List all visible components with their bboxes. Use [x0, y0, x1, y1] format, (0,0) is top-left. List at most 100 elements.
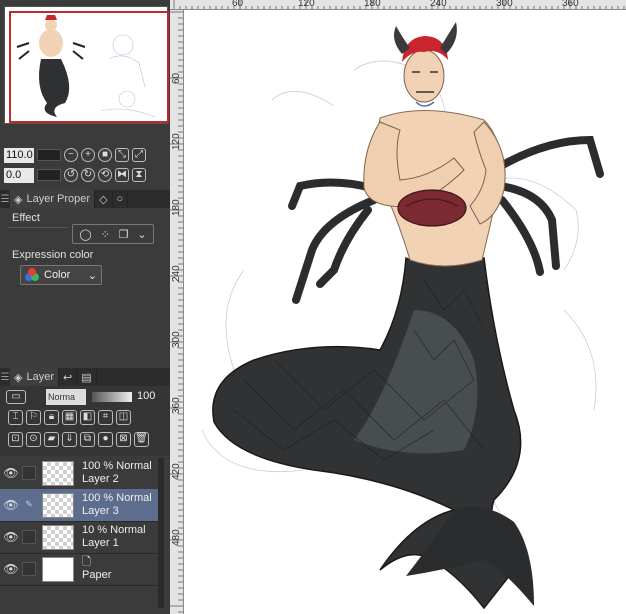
- layer-color-icon[interactable]: ◫: [116, 410, 131, 425]
- ruler-tick-label: 480: [171, 529, 182, 546]
- paper-icon: 🗋︎: [82, 556, 91, 568]
- ruler-tick-label: 60: [171, 72, 182, 84]
- tone-effect-icon[interactable]: ⁘: [101, 228, 110, 241]
- zoom-slider[interactable]: [37, 149, 61, 161]
- tab-layer-properties[interactable]: ◈ Layer Proper: [10, 190, 96, 208]
- ruler-left-ticks: [170, 11, 183, 613]
- layer-lock-tools: ⌶ ⚐ 🔒︎ ▦ ◧ ⌗ ◫: [8, 410, 131, 425]
- new-vector-layer-icon[interactable]: ⊙: [26, 432, 41, 447]
- layer-name: Layer 2: [82, 473, 119, 485]
- rotate-right-icon[interactable]: ↻: [81, 168, 95, 182]
- eye-icon[interactable]: 👁︎: [0, 466, 22, 480]
- material-icon: ○: [116, 193, 124, 205]
- ruler-tick-label: 60: [232, 0, 244, 9]
- zoom-value-field[interactable]: 110.0: [4, 147, 34, 163]
- tab-material[interactable]: ○: [112, 190, 129, 208]
- eye-icon[interactable]: 👁︎: [0, 562, 22, 576]
- grip-icon[interactable]: ☰: [0, 194, 10, 205]
- layer-info: 🗋︎ Paper: [82, 556, 111, 582]
- opacity-value[interactable]: 100: [137, 390, 155, 402]
- new-raster-layer-icon[interactable]: ⊡: [8, 432, 23, 447]
- layer-mode-label: 100 % Normal: [82, 460, 152, 472]
- effect-label: Effect: [12, 212, 40, 224]
- auto-action-icon: ▤: [81, 371, 92, 384]
- fit-window-icon[interactable]: ⤢: [132, 148, 146, 162]
- ruler-tick-label: 360: [562, 0, 579, 9]
- eye-icon[interactable]: 👁︎: [0, 498, 22, 512]
- expression-color-select[interactable]: Color ⌄: [20, 265, 102, 285]
- navigator-controls: 110.0 − + ■ ⤡ ⤢ 0.0 ↺ ↻ ⟲ ⧓ ⧗: [4, 144, 170, 188]
- layer-thumbnail: [42, 524, 74, 550]
- layer-row[interactable]: 👁︎ 100 % Normal Layer 2: [0, 457, 158, 490]
- pen-icon[interactable]: ✎: [22, 498, 36, 512]
- ruler-left: 60 120 180 240 300 360 420 480: [170, 10, 184, 614]
- ruler-tick-label: 420: [171, 463, 182, 480]
- tab-history[interactable]: ↩: [59, 368, 78, 386]
- grip-icon[interactable]: ☰: [0, 372, 10, 383]
- layer-lock-toggle[interactable]: [22, 530, 36, 544]
- layer-thumbnail: [42, 556, 74, 582]
- layer-mode-label: 10 % Normal: [82, 524, 146, 536]
- navigator-preview[interactable]: [4, 6, 169, 124]
- blend-mode-select[interactable]: Norma: [46, 389, 86, 405]
- chevron-down-icon[interactable]: ⌄: [137, 228, 146, 241]
- apply-mask-icon[interactable]: ⊠: [116, 432, 131, 447]
- layer-thumbnail: [42, 460, 74, 486]
- fit-page-icon[interactable]: ⤡: [115, 148, 129, 162]
- layer-row[interactable]: 👁︎ 10 % Normal Layer 1: [0, 521, 158, 554]
- ruler-tick-label: 360: [171, 397, 182, 414]
- layer-thumbnail: [42, 492, 74, 518]
- drawing-canvas[interactable]: [184, 10, 626, 614]
- tab-auto-action[interactable]: ▤: [77, 368, 97, 386]
- clip-icon[interactable]: ⌶: [8, 410, 23, 425]
- ruler-tick-label: 180: [364, 0, 381, 9]
- layer-lock-toggle[interactable]: [22, 466, 36, 480]
- mask-icon[interactable]: ◧: [80, 410, 95, 425]
- lock-icon[interactable]: 🔒︎: [44, 410, 59, 425]
- zoom-out-icon[interactable]: −: [64, 148, 78, 162]
- ruler-tick-label: 120: [298, 0, 315, 9]
- opacity-slider[interactable]: [92, 392, 132, 402]
- reference-icon[interactable]: ⚐: [26, 410, 41, 425]
- eye-icon[interactable]: 👁︎: [0, 530, 22, 544]
- zoom-in-icon[interactable]: +: [81, 148, 95, 162]
- belly-creature: [397, 189, 467, 227]
- layer-info: 100 % Normal Layer 3: [82, 492, 152, 518]
- chevron-down-icon: ⌄: [87, 269, 97, 282]
- reset-rotation-icon[interactable]: ⟲: [98, 168, 112, 182]
- ruler-icon[interactable]: ⌗: [98, 410, 113, 425]
- layer-row[interactable]: 👁︎ 🗋︎ Paper: [0, 553, 158, 586]
- flip-vertical-icon[interactable]: ⧗: [132, 168, 146, 182]
- layer-frame-icon[interactable]: ▭: [6, 390, 26, 404]
- navigator-view-frame[interactable]: [9, 11, 169, 123]
- rotate-left-icon[interactable]: ↺: [64, 168, 78, 182]
- properties-tabbar: ☰ ◈ Layer Proper ◇ ○: [0, 190, 170, 208]
- head: [403, 49, 445, 103]
- tab-layer[interactable]: ◈ Layer: [10, 368, 59, 386]
- layer-toolbar: ▭ Norma 100 ⌶ ⚐ 🔒︎ ▦ ◧ ⌗ ◫ ⊡ ⊙ ▰ ⇓ ⧉ ● ⊠…: [0, 386, 170, 456]
- layer-mask-icon[interactable]: ●: [98, 432, 113, 447]
- layer-color-icon[interactable]: ❐: [119, 228, 129, 241]
- mermaid-artwork: [201, 22, 604, 610]
- delete-layer-icon[interactable]: 🗑︎: [134, 432, 149, 447]
- new-folder-icon[interactable]: ▰: [44, 432, 59, 447]
- ruler-tick-label: 300: [171, 331, 182, 348]
- layer-action-tools: ⊡ ⊙ ▰ ⇓ ⧉ ● ⊠ 🗑︎: [8, 432, 149, 447]
- ruler-tick-label: 180: [171, 199, 182, 216]
- rotation-slider[interactable]: [37, 169, 61, 181]
- ruler-tick-label: 120: [171, 133, 182, 150]
- rgb-circles-icon: [25, 268, 39, 282]
- actual-size-icon[interactable]: ■: [98, 148, 112, 162]
- layer-row[interactable]: 👁︎ ✎ 100 % Normal Layer 3: [0, 489, 158, 522]
- flip-horizontal-icon[interactable]: ⧓: [115, 168, 129, 182]
- rotation-value-field[interactable]: 0.0: [4, 167, 34, 183]
- tab-search-layer[interactable]: ◇: [95, 190, 113, 208]
- lock-transparent-icon[interactable]: ▦: [62, 410, 77, 425]
- combine-icon[interactable]: ⧉: [80, 432, 95, 447]
- border-effect-icon[interactable]: ◯: [79, 228, 91, 241]
- horn-right: [440, 22, 457, 54]
- layer-list-scrollbar[interactable]: [158, 458, 164, 608]
- layer-lock-toggle[interactable]: [22, 562, 36, 576]
- expression-color-label: Expression color: [12, 249, 94, 261]
- transfer-down-icon[interactable]: ⇓: [62, 432, 77, 447]
